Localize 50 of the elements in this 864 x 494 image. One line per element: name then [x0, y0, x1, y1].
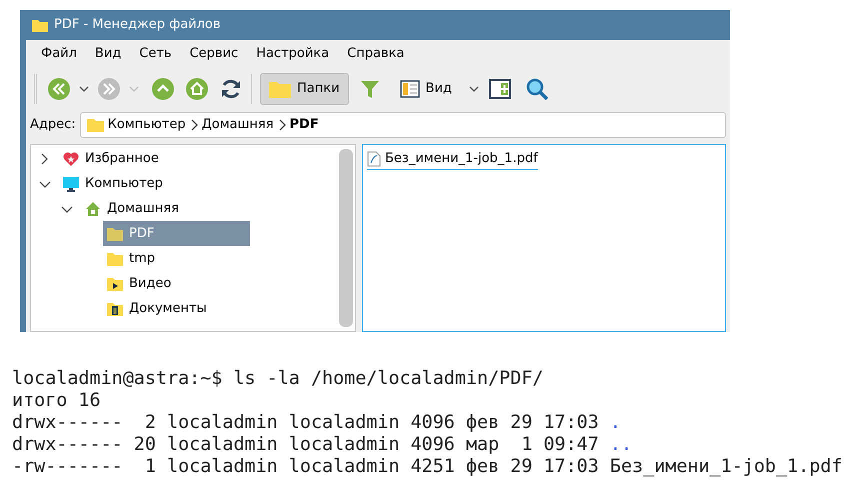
- folder-icon: [86, 118, 104, 132]
- tree-item[interactable]: Видео: [103, 271, 172, 296]
- terminal-line: drwx------ 2 localadmin localadmin 4096 фев 29 17:03: [12, 412, 600, 433]
- terminal-line: -rw------- 1 localadmin localadmin 4251 фев 29 17:03: [12, 456, 600, 477]
- documents-folder-icon: [107, 300, 123, 316]
- document-icon: [367, 150, 381, 167]
- file-item[interactable]: Без_имени_1-job_1.pdf: [367, 149, 538, 170]
- file-name: ..: [610, 434, 632, 455]
- menu-item[interactable]: Настройка: [247, 44, 338, 64]
- video-folder-icon: [107, 276, 123, 292]
- folder-icon: [32, 18, 48, 32]
- scrollbar[interactable]: [339, 149, 353, 327]
- window-title: PDF - Менеджер файлов: [54, 16, 221, 34]
- search-icon[interactable]: [524, 77, 549, 101]
- address-label: Адрес:: [30, 116, 76, 134]
- file-name: .: [610, 412, 621, 433]
- tree-item[interactable]: Компьютер: [59, 171, 163, 196]
- menu-item[interactable]: Вид: [86, 44, 130, 64]
- tree-item[interactable]: Домашняя: [81, 196, 179, 221]
- menu-item[interactable]: Справка: [338, 44, 414, 64]
- folder-icon: [107, 226, 123, 242]
- split-panel-icon[interactable]: [488, 79, 511, 99]
- home-button[interactable]: [185, 77, 209, 101]
- refresh-button[interactable]: [219, 77, 243, 101]
- terminal-line: итого 16: [12, 390, 102, 412]
- tree-item[interactable]: tmp: [103, 246, 156, 271]
- back-button[interactable]: [47, 77, 71, 101]
- up-button[interactable]: [151, 77, 175, 101]
- chevron-icon: [278, 118, 286, 132]
- folder-icon: [269, 80, 291, 98]
- chevron-icon: [190, 118, 198, 132]
- breadcrumb[interactable]: Домашняя: [202, 115, 274, 135]
- tree-item[interactable]: Избранное: [59, 146, 159, 171]
- breadcrumb[interactable]: PDF: [290, 115, 319, 135]
- menu-item[interactable]: Сервис: [180, 44, 248, 64]
- breadcrumb[interactable]: Компьютер: [108, 115, 186, 135]
- file-name: Без_имени_1-job_1.pdf: [610, 456, 842, 477]
- monitor-icon: [63, 176, 79, 192]
- house-icon: [85, 200, 101, 216]
- menu-item[interactable]: Файл: [32, 44, 86, 64]
- terminal-line: localadmin@astra:~$ ls -la /home/localadmin/PDF/: [12, 368, 544, 390]
- heart-icon: [63, 150, 79, 166]
- folder-icon: [107, 250, 123, 266]
- menu-item[interactable]: Сеть: [130, 44, 181, 64]
- folders-button[interactable]: Папки: [260, 73, 349, 105]
- columns-icon: [400, 80, 420, 98]
- view-button[interactable]: Вид: [390, 73, 461, 105]
- address-bar[interactable]: Компьютер Домашняя PDF: [80, 112, 726, 138]
- tree-item[interactable]: Документы: [103, 296, 207, 321]
- terminal-line: drwx------ 20 localadmin localadmin 4096 мар 1 09:47: [12, 434, 600, 455]
